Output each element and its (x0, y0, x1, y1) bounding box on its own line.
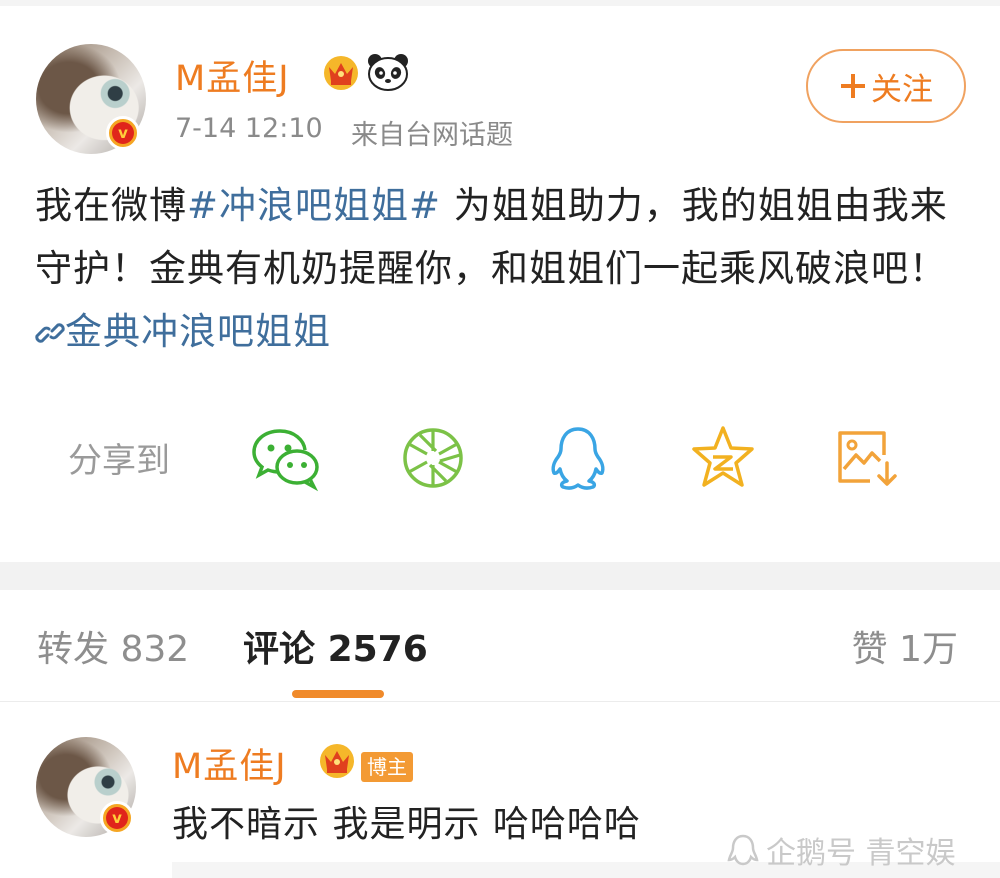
panda-icon (368, 54, 408, 91)
commenter-name[interactable]: M孟佳J (172, 738, 287, 789)
crown-icon (320, 744, 354, 778)
watermark: 企鹅号 青空娱 (726, 828, 956, 872)
tab-comments-count: 2576 (327, 629, 428, 670)
verified-badge-icon: v (106, 116, 140, 150)
watermark-text: 企鹅号 青空娱 (766, 836, 956, 871)
link-icon (35, 323, 65, 343)
tab-likes[interactable]: 赞 1万 (852, 620, 958, 672)
post-text-before: 我在微博 (35, 184, 187, 227)
save-image-icon[interactable] (830, 421, 904, 495)
tab-likes-count: 1万 (899, 629, 958, 670)
post-card: v M孟佳J 7-14 12:10 来自台网话题 关注 我在微博#冲浪吧姐姐# … (0, 0, 1000, 562)
post-time: 7-14 12:10 (175, 113, 323, 144)
top-strip (0, 0, 1000, 6)
author-name[interactable]: M孟佳J (175, 50, 290, 101)
author-badge: 博主 (361, 752, 413, 782)
wechat-icon[interactable] (250, 421, 324, 495)
tab-bar: 转发 832 评论 2576 赞 1万 (0, 590, 1000, 702)
active-tab-indicator (292, 690, 384, 698)
web-link-label: 金典冲浪吧姐姐 (65, 310, 331, 353)
post-source[interactable]: 来自台网话题 (351, 113, 513, 152)
tab-bar-border (0, 701, 1000, 702)
qzone-icon[interactable] (686, 421, 760, 495)
qq-icon[interactable] (541, 421, 615, 495)
tab-comments[interactable]: 评论 2576 (243, 620, 428, 672)
comment-text: 我不暗示 我是明示 哈哈哈哈 (172, 804, 641, 845)
tab-repost-label: 转发 (37, 629, 110, 670)
tab-repost[interactable]: 转发 832 (37, 620, 189, 672)
section-divider (0, 562, 1000, 590)
follow-button[interactable]: 关注 (806, 49, 966, 123)
crown-icon (324, 56, 358, 90)
moments-icon[interactable] (396, 421, 470, 495)
post-body: 我在微博#冲浪吧姐姐# 为姐姐助力，我的姐姐由我来守护！金典有机奶提醒你，和姐姐… (35, 174, 970, 363)
tab-repost-count: 832 (120, 629, 190, 670)
web-link[interactable]: 金典冲浪吧姐姐 (35, 310, 331, 353)
penguin-icon (727, 834, 759, 866)
topic-link[interactable]: #冲浪吧姐姐# (187, 184, 441, 227)
tab-likes-label: 赞 (851, 629, 888, 670)
plus-icon (841, 74, 865, 98)
tab-comments-label: 评论 (243, 629, 316, 670)
verified-badge-icon: v (100, 801, 134, 835)
follow-label: 关注 (871, 71, 933, 108)
share-label: 分享到 (68, 441, 170, 481)
